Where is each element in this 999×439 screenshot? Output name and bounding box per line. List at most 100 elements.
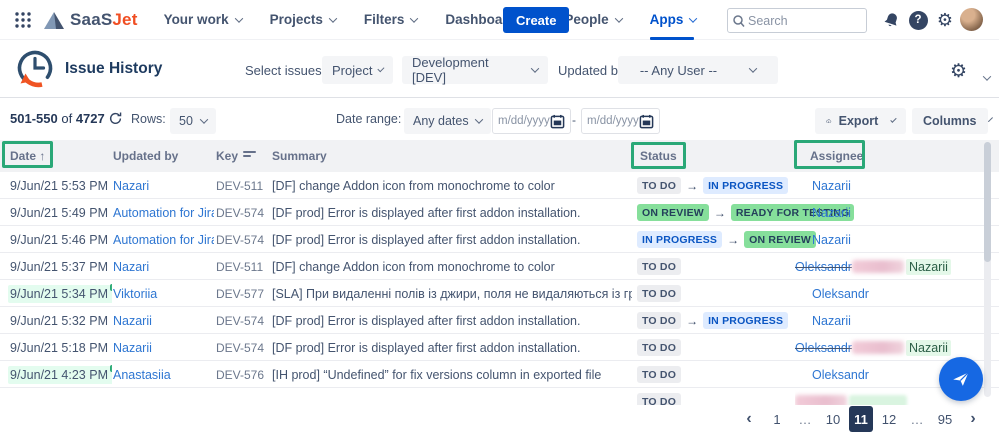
assignee-link[interactable]: Oleksandr	[795, 287, 869, 301]
cell-date: 9/Jun/21 5:46 PM	[8, 226, 112, 253]
vertical-scrollbar[interactable]	[984, 142, 991, 397]
calendar-icon[interactable]	[550, 114, 565, 129]
date-to-input[interactable]	[587, 115, 639, 127]
cell-key	[216, 388, 270, 405]
table-row[interactable]: 9/Jun/21 4:23 PM Anastasiia DEV-576 [IH pro…	[0, 361, 999, 388]
pagination-page-1[interactable]: 1	[765, 406, 789, 432]
column-header-summary[interactable]: Summary	[272, 140, 327, 172]
updated-by-link[interactable]: Viktoriia	[113, 287, 157, 301]
updated-by-link[interactable]: Automation for Jira	[113, 233, 214, 247]
search-box[interactable]	[727, 8, 867, 33]
pagination-prev[interactable]: ‹	[737, 406, 761, 432]
select-mode-dropdown[interactable]: Project	[322, 56, 393, 84]
updated-by-link[interactable]: Automation for Jira	[113, 206, 214, 220]
table-row[interactable]: 9/Jun/21 5:49 PM Automation for Jira DEV-5…	[0, 199, 999, 226]
user-avatar[interactable]	[960, 8, 983, 31]
issue-key[interactable]: DEV-511	[216, 260, 263, 274]
assignee-old-value[interactable]: Oleksandr	[795, 260, 852, 274]
cell-assignee: Nazarii	[795, 226, 990, 253]
table-row[interactable]: 9/Jun/21 5:32 PM Nazarii DEV-574 [DF prod] …	[0, 307, 999, 334]
redacted-blur	[795, 395, 847, 405]
cell-key: DEV-576	[216, 361, 270, 388]
export-button[interactable]: Export	[815, 108, 906, 134]
notifications-bell-icon[interactable]	[880, 9, 902, 31]
columns-button[interactable]: Columns	[912, 108, 994, 134]
calendar-icon[interactable]	[639, 114, 654, 129]
assignee-link[interactable]: Oleksandr	[795, 368, 869, 382]
updated-by-link[interactable]: Nazari	[113, 179, 149, 193]
created-indicator-icon	[109, 283, 112, 291]
assignee-link[interactable]: Nazarii	[795, 206, 851, 220]
assignee-link[interactable]: Nazarii	[795, 233, 851, 247]
status-badge: IN PROGRESS	[637, 231, 723, 248]
assignee-link[interactable]: Nazarii	[795, 314, 851, 328]
date-value: 9/Jun/21 5:37 PM	[10, 259, 108, 274]
cell-date: 9/Jun/21 5:32 PM	[8, 307, 112, 334]
nav-item-projects[interactable]: Projects	[270, 0, 338, 40]
refresh-icon[interactable]	[108, 111, 123, 126]
summary-text: [IH prod] “Undefined” for fix versions c…	[272, 367, 602, 382]
pagination-page-12[interactable]: 12	[877, 406, 901, 432]
column-header-updated-by[interactable]: Updated by	[113, 140, 178, 172]
search-input[interactable]	[748, 13, 853, 28]
send-feedback-fab[interactable]	[939, 357, 983, 401]
scrollbar-thumb[interactable]	[984, 142, 991, 262]
transition-arrow-icon: →	[727, 232, 740, 247]
table-row[interactable]: 9/Jun/21 5:46 PM Automation for Jira DEV-5…	[0, 226, 999, 253]
settings-gear-icon[interactable]: ⚙	[934, 9, 956, 31]
date-from-input[interactable]	[498, 115, 550, 127]
column-header-key[interactable]: Key	[216, 140, 238, 172]
sort-asc-arrow-icon: ↑	[39, 149, 46, 163]
rows-per-page-dropdown[interactable]: 50	[170, 108, 216, 134]
cell-updated-by: Nazarii	[113, 334, 214, 361]
date-value: 9/Jun/21 5:18 PM	[10, 340, 108, 355]
assignee-old-value[interactable]: Oleksandr	[795, 341, 852, 355]
issue-key[interactable]: DEV-511	[216, 179, 263, 193]
updated-by-dropdown[interactable]: -- Any User --	[618, 56, 778, 84]
result-count: 501-550 of 4727	[10, 111, 105, 126]
app-switcher-icon[interactable]	[14, 11, 32, 29]
page-settings-gear-icon[interactable]: ⚙	[950, 60, 967, 83]
column-header-status[interactable]: Status	[640, 140, 677, 172]
project-dropdown[interactable]: Development [DEV]	[402, 55, 548, 85]
issue-key[interactable]: DEV-576	[216, 368, 264, 382]
column-header-assignee[interactable]: Assignee	[810, 140, 863, 172]
issue-key[interactable]: DEV-574	[216, 341, 264, 355]
date-range-dropdown[interactable]: Any dates	[404, 108, 491, 134]
table-row[interactable]: TO DO	[0, 388, 999, 405]
table-row[interactable]: 9/Jun/21 5:34 PM Viktoriia DEV-577 [SLA] Пр…	[0, 280, 999, 307]
pagination-page-10[interactable]: 10	[821, 406, 845, 432]
cell-summary: [DF prod] Error is displayed after first…	[272, 334, 632, 361]
chevron-down-icon	[474, 115, 484, 124]
updated-by-link[interactable]: Anastasiia	[113, 368, 171, 382]
date-to-field[interactable]	[581, 108, 660, 134]
nav-item-filters[interactable]: Filters	[364, 0, 419, 40]
nav-item-your-work[interactable]: Your work	[164, 0, 243, 40]
pagination-page-95[interactable]: 95	[933, 406, 957, 432]
create-button[interactable]: Create	[503, 7, 570, 33]
saasjet-logo[interactable]: SaaSJet	[42, 9, 138, 31]
chevron-down-icon	[689, 13, 698, 23]
pagination-next[interactable]: ›	[961, 406, 985, 432]
nav-item-apps[interactable]: Apps	[649, 0, 698, 40]
chevron-down-icon[interactable]	[977, 68, 992, 86]
export-cloud-icon	[826, 119, 832, 124]
assignee-link[interactable]: Nazarii	[795, 179, 851, 193]
issue-key[interactable]: DEV-574	[216, 206, 264, 220]
date-from-field[interactable]	[492, 108, 571, 134]
cell-date: 9/Jun/21 5:53 PM	[8, 172, 112, 199]
help-icon[interactable]: ?	[907, 9, 929, 31]
nav-item-people[interactable]: People	[564, 0, 623, 40]
table-row[interactable]: 9/Jun/21 5:53 PM Nazari DEV-511 [DF] change…	[0, 172, 999, 199]
table-row[interactable]: 9/Jun/21 5:37 PM Nazari DEV-511 [DF] change…	[0, 253, 999, 280]
pagination-page-11[interactable]: 11	[849, 406, 873, 432]
updated-by-link[interactable]: Nazarii	[113, 314, 152, 328]
column-header-date[interactable]: Date ↑	[10, 140, 45, 172]
table-row[interactable]: 9/Jun/21 5:18 PM Nazarii DEV-574 [DF prod] …	[0, 334, 999, 361]
issue-key[interactable]: DEV-574	[216, 314, 264, 328]
issue-key[interactable]: DEV-577	[216, 287, 264, 301]
filter-icon[interactable]	[243, 151, 256, 161]
issue-key[interactable]: DEV-574	[216, 233, 264, 247]
updated-by-link[interactable]: Nazari	[113, 260, 149, 274]
updated-by-link[interactable]: Nazarii	[113, 341, 152, 355]
